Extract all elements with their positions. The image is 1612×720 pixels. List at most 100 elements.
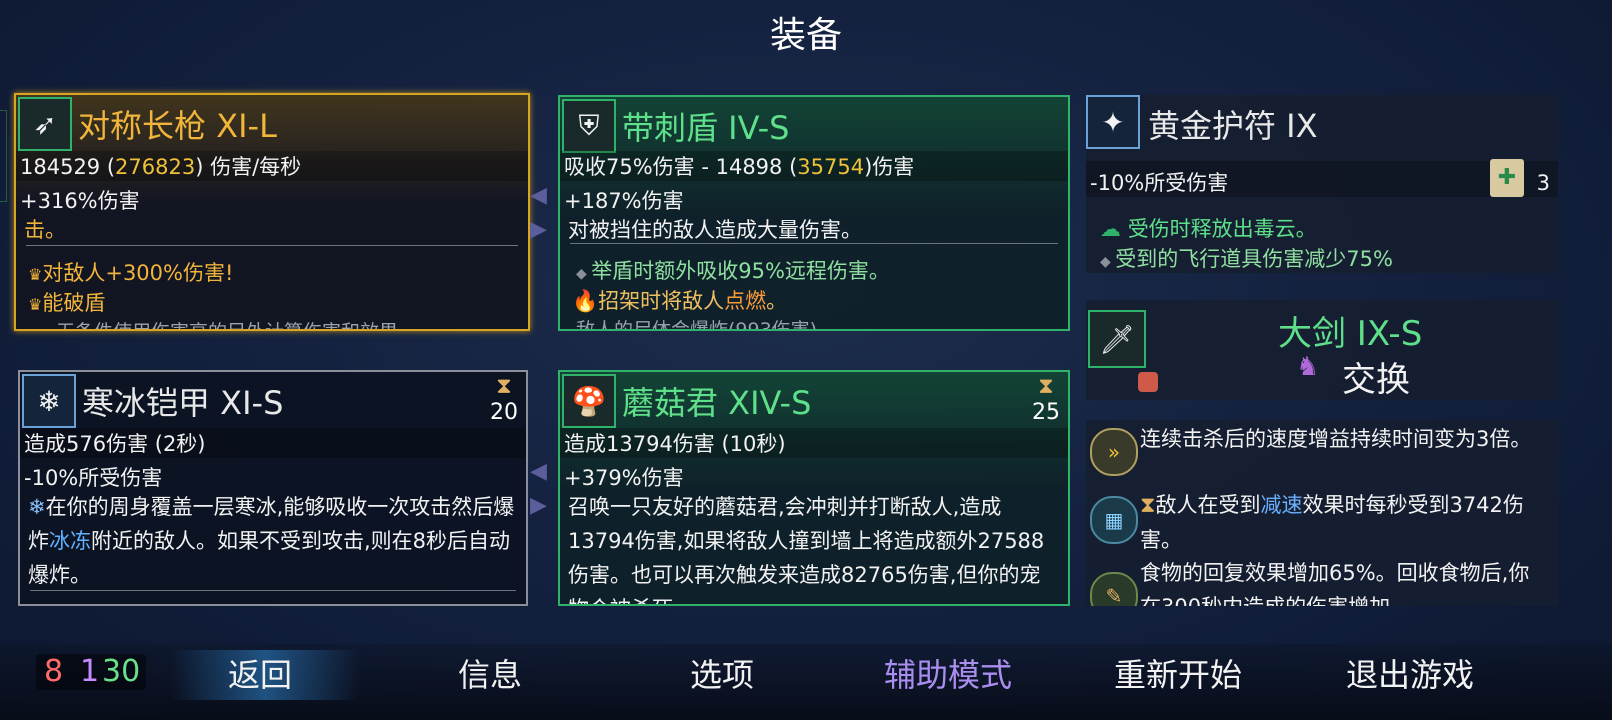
tactics-counter: 1 — [80, 654, 100, 689]
shield-icon: ⛨ — [562, 99, 616, 153]
hourglass-icon: ⧗ — [496, 374, 512, 399]
weapon-card-shield[interactable]: ⛨ 带刺盾 IV-S 吸收75%伤害 - 14898 (35754)伤害 +18… — [558, 95, 1070, 331]
swap-right-arrow-icon: ▶ — [530, 217, 547, 242]
bullet-1-text: 举盾时额外吸收95%远程伤害。 — [591, 259, 890, 283]
swap-key-icon: ♞ — [1296, 352, 1320, 382]
damage-reduction: -10%所受伤害 — [1090, 171, 1229, 195]
poison-cloud-icon: ☁ — [1100, 217, 1128, 241]
damage-bonus: +187%伤害 — [564, 189, 684, 213]
crown-icon: ♛ — [28, 265, 43, 284]
absorb-text: 吸收75%伤害 - 14898 ( — [564, 155, 798, 179]
skill-damage: 造成13794伤害 (10秒) — [564, 432, 786, 456]
dps-crit-value: 276823 — [115, 155, 196, 179]
skill-name: 寒冰铠甲 XI-S — [82, 384, 284, 422]
side-indicator — [0, 110, 7, 202]
damage-reduction: -10%所受伤害 — [24, 466, 163, 490]
bullet-2: 🔥招架时将敌人点燃。 — [572, 285, 787, 315]
menu-options[interactable]: 选项 — [690, 650, 754, 696]
bullet-2-text: 能破盾 — [42, 291, 106, 315]
absorb-stat: 吸收75%伤害 - 14898 (35754)伤害 — [564, 151, 914, 181]
divider — [570, 243, 1058, 244]
description: 对被挡住的敌人造成大量伤害。 — [568, 218, 862, 242]
hourglass-icon: ⧗ — [1140, 493, 1156, 518]
ignite-keyword: 点燃 — [724, 289, 767, 313]
menu-back[interactable]: 返回 — [228, 650, 292, 696]
survival-counter: 30 — [102, 654, 141, 689]
greatsword-name: 大剑 IX-S — [1278, 314, 1423, 354]
divider — [26, 245, 518, 246]
description: ❄在你的周身覆盖一层寒冰,能够吸收一次攻击然后爆炸冰冻附近的敌人。如果不受到攻击… — [28, 490, 518, 592]
amulet-name: 黄金护符 IX — [1148, 107, 1318, 145]
food-mutation-icon: ✎ — [1090, 572, 1138, 606]
brutality-counter: 8 — [44, 654, 64, 689]
description: 召唤一只友好的蘑菇君,会冲刺并打断敌人,造成13794伤害,如果将敌人撞到墙上将… — [568, 495, 1045, 604]
amulet-bullet-2-text: 受到的飞行道具伤害减少75% — [1115, 247, 1393, 271]
greatsword-icon: 🗡 — [1088, 310, 1146, 368]
cooldown: ⧗ 20 — [490, 374, 518, 426]
weapon-card-spear[interactable]: ➶ 对称长枪 XI-L 184529 (276823) 伤害/每秒 +316%伤… — [14, 93, 530, 331]
bullet-3-cut: 无条件使用伤害高的另外计算伤害和效果 — [56, 317, 398, 329]
scroll-icon: ✚ — [1490, 159, 1524, 197]
description: 击。 — [24, 218, 66, 242]
bullet-2: ♛能破盾 — [28, 287, 105, 317]
swap-left-arrow-icon: ◀ — [530, 183, 547, 208]
skill-damage: 造成576伤害 (2秒) — [24, 432, 206, 456]
divider — [30, 590, 516, 591]
damage-bonus: +379%伤害 — [564, 466, 684, 490]
slow-mutation-icon: ▦ — [1090, 496, 1138, 544]
bullet-2-end: 。 — [766, 289, 788, 313]
bullet-1-text: 对敌人+300%伤害! — [42, 261, 234, 285]
absorb-unit: )伤害 — [864, 155, 915, 179]
menu-restart[interactable]: 重新开始 — [1114, 650, 1242, 696]
ice-armor-icon: ❄ — [22, 374, 76, 428]
mutation-3: 食物的回复效果增加65%。回收食物后,你在300秒内造成的伤害增加 — [1140, 561, 1530, 606]
cooldown-value: 25 — [1032, 400, 1060, 425]
amulet-bullet-1-text: 受伤时释放出毒云。 — [1127, 217, 1317, 241]
spear-icon: ➶ — [18, 97, 72, 151]
amulet-panel[interactable]: ✦ 黄金护符 IX -10%所受伤害 ✚ 3 ☁ 受伤时释放出毒云。 ◆ 受到的… — [1086, 95, 1558, 273]
mutation-2-part-1: 敌人在受到 — [1155, 493, 1261, 517]
cooldown: ⧗ 25 — [1032, 374, 1060, 426]
bullet-1: ♛对敌人+300%伤害! — [28, 257, 233, 287]
amulet-bullet-2: ◆ 受到的飞行道具伤害减少75% — [1100, 243, 1393, 273]
slow-keyword: 减速 — [1260, 493, 1303, 517]
bullet-1: ◆ 举盾时额外吸收95%远程伤害。 — [576, 255, 890, 285]
page-title: 装备 — [769, 15, 842, 56]
blueprint-tag-icon — [1138, 372, 1158, 392]
freeze-keyword: 冰冻 — [49, 529, 91, 553]
diamond-icon: ◆ — [576, 266, 592, 282]
dps-value: 184529 ( — [20, 155, 116, 179]
weapon-name: 带刺盾 IV-S — [622, 109, 790, 147]
desc-part-2: 附近的敌人。如果不受到攻击,则在8秒后自动爆炸。 — [28, 529, 511, 587]
cooldown-value: 20 — [490, 400, 518, 425]
crown-icon: ♛ — [28, 295, 43, 314]
skill-card-mushroom[interactable]: 🍄 蘑菇君 XIV-S ⧗ 25 造成13794伤害 (10秒) +379%伤害 … — [558, 370, 1070, 606]
menu-info[interactable]: 信息 — [458, 650, 522, 696]
amulet-icon: ✦ — [1086, 95, 1140, 149]
bullet-3-cut: 敌人的尸体会爆炸(993伤害) — [576, 319, 818, 331]
swap-left-arrow-icon: ◀ — [530, 459, 547, 484]
absorb-crit-value: 35754 — [797, 155, 865, 179]
mutation-2: ⧗敌人在受到减速效果时每秒受到3742伤害。 — [1140, 488, 1550, 557]
scroll-count: 3 — [1536, 171, 1550, 195]
dps-unit: ) 伤害/每秒 — [195, 155, 302, 179]
skill-name: 蘑菇君 XIV-S — [622, 384, 812, 422]
swap-right-arrow-icon: ▶ — [530, 493, 547, 518]
speed-mutation-icon: » — [1090, 428, 1138, 476]
menu-quit-game[interactable]: 退出游戏 — [1346, 650, 1474, 696]
hourglass-icon: ⧗ — [1038, 374, 1054, 399]
menu-assist-mode[interactable]: 辅助模式 — [884, 650, 1012, 696]
dps-stat: 184529 (276823) 伤害/每秒 — [20, 151, 301, 181]
damage-bonus: +316%伤害 — [20, 189, 140, 213]
mutation-1: 连续击杀后的速度增益持续时间变为3倍。 — [1140, 427, 1532, 451]
diamond-icon: ◆ — [1100, 254, 1116, 270]
fire-icon: 🔥 — [572, 289, 599, 313]
mushroom-icon: 🍄 — [562, 374, 616, 428]
mutations-panel: » 连续击杀后的速度增益持续时间变为3倍。 ▦ ⧗敌人在受到减速效果时每秒受到3… — [1086, 420, 1558, 606]
weapon-name: 对称长枪 XI-L — [78, 107, 277, 145]
bullet-2-text: 招架时将敌人 — [598, 289, 725, 313]
frost-icon: ❄ — [28, 495, 46, 519]
swap-action[interactable]: 交换 — [1342, 352, 1410, 401]
skill-card-ice-armor[interactable]: ❄ 寒冰铠甲 XI-S ⧗ 20 造成576伤害 (2秒) -10%所受伤害 ❄在… — [18, 370, 528, 606]
amulet-bullet-1: ☁ 受伤时释放出毒云。 — [1100, 213, 1317, 243]
